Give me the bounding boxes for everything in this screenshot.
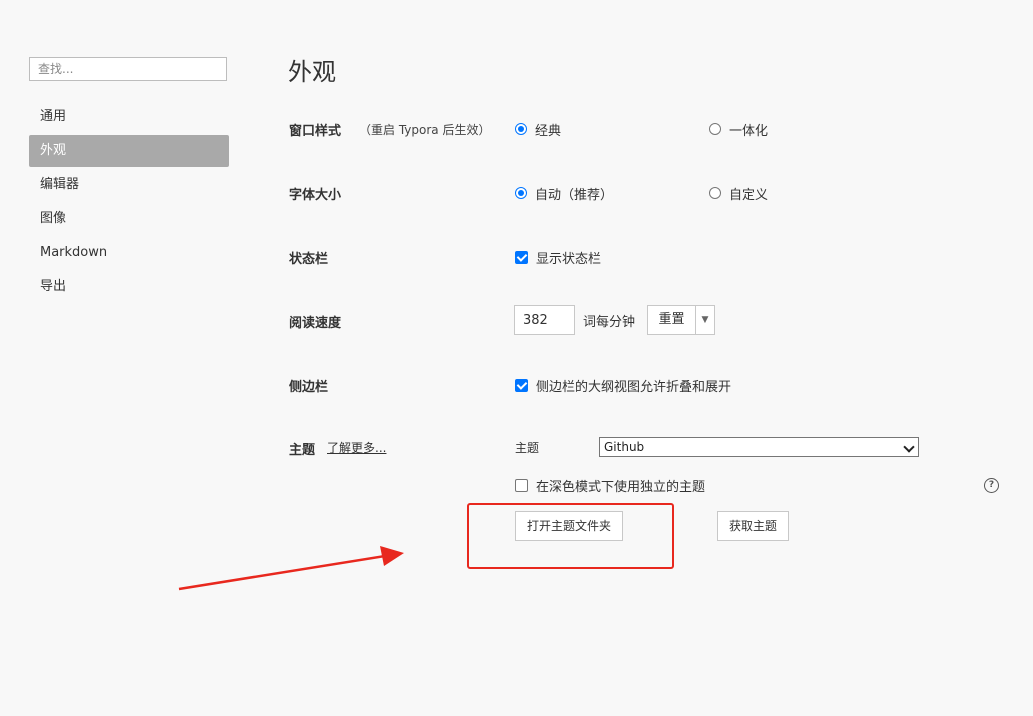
annotation-arrow-icon xyxy=(178,546,404,591)
